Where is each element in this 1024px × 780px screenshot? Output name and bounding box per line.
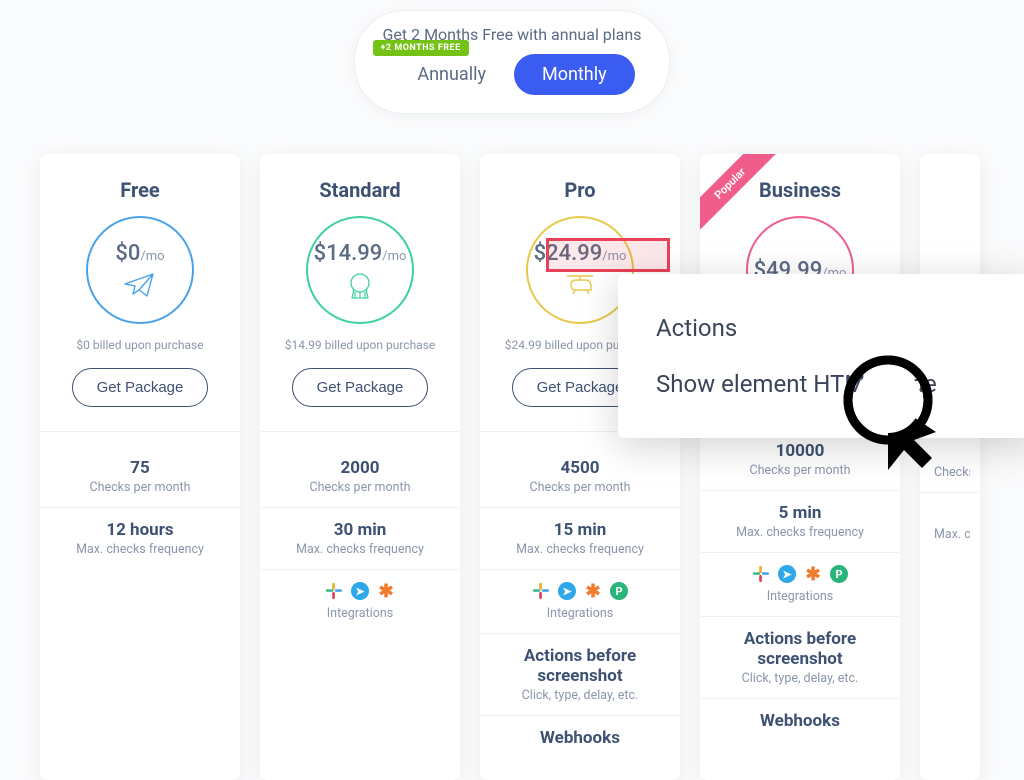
webhooks-title: Webhooks (490, 728, 670, 748)
context-show-html[interactable]: Show element HTML code (656, 356, 1000, 412)
billed-text: $14.99 billed upon purchase (260, 338, 460, 352)
webhooks-title: Webhooks (710, 711, 890, 731)
feature-frequency: 5 min Max. checks frequency (700, 491, 900, 553)
price-amount: $24.99 (534, 241, 603, 266)
feature-integrations: ➤ ✱ P Integrations (700, 553, 900, 617)
freq-label: Max. checks frequency (490, 542, 670, 557)
plan-title: Free (40, 178, 240, 202)
integration-icons: ➤ ✱ P (490, 582, 670, 600)
integration-icons: ➤ ✱ P (710, 565, 890, 583)
context-menu: Actions Show element HTML code (618, 274, 1024, 438)
context-actions[interactable]: Actions (656, 300, 1000, 356)
feature-checks: 2000 Checks per month (260, 446, 460, 508)
plan-title: Standard (260, 178, 460, 202)
price-period: /mo (140, 249, 164, 264)
paper-plane-icon (123, 272, 157, 300)
feature-integrations: ➤ ✱ Integrations (260, 570, 460, 633)
feature-frequency: 30 min Max. checks frequency (260, 508, 460, 570)
actions-title: Actions before screenshot (490, 646, 670, 686)
popular-ribbon (700, 154, 780, 234)
slack-icon (752, 565, 770, 583)
freq-label: Max. checks frequency (710, 525, 890, 540)
feature-frequency: 12 hours Max. checks frequency (40, 508, 240, 569)
cursor-pointer-icon (840, 352, 940, 472)
actions-sub: Click, type, delay, etc. (710, 671, 890, 686)
price-amount: $0 (115, 241, 140, 266)
freq-value: 12 hours (50, 520, 230, 540)
pagerduty-icon: P (610, 582, 628, 600)
price: $24.99/mo (534, 241, 627, 266)
helicopter-icon (563, 272, 597, 300)
telegram-icon: ➤ (351, 582, 369, 600)
price: $0/mo (115, 241, 164, 266)
telegram-icon: ➤ (778, 565, 796, 583)
actions-title: Actions before screenshot (710, 629, 890, 669)
feature-webhooks: Webhooks (480, 716, 680, 760)
price-circle: $14.99/mo (306, 216, 414, 324)
toggle-row: +2 MONTHS FREE Annually Monthly (383, 54, 642, 95)
checks-value: 75 (50, 458, 230, 478)
integrations-label: Integrations (270, 606, 450, 621)
plan-standard: Standard $14.99/mo $14.99 billed upon pu… (260, 154, 460, 780)
price-period: /mo (382, 249, 406, 264)
divider (40, 431, 240, 432)
zapier-icon: ✱ (584, 582, 602, 600)
plan-title: Pro (480, 178, 680, 202)
toggle-annually[interactable]: Annually (389, 54, 514, 95)
toggle-monthly[interactable]: Monthly (514, 54, 635, 95)
freq-label: Max. checks frequency (270, 542, 450, 557)
price-circle: $0/mo (86, 216, 194, 324)
divider (260, 431, 460, 432)
integration-icons: ➤ ✱ (270, 582, 450, 600)
integrations-label: Integrations (710, 589, 890, 604)
plan-free: Free $0/mo $0 billed upon purchase Get P… (40, 154, 240, 780)
freq-label: Max. checks frequency (930, 527, 970, 542)
billed-text: $0 billed upon purchase (40, 338, 240, 352)
checks-label: Checks per month (270, 480, 450, 495)
checks-value: 4500 (490, 458, 670, 478)
slack-icon (532, 582, 550, 600)
pagerduty-icon: P (830, 565, 848, 583)
feature-checks: 4500 Checks per month (480, 446, 680, 508)
zapier-icon: ✱ (377, 582, 395, 600)
feature-integrations: ➤ ✱ P Integrations (480, 570, 680, 634)
feature-actions: Actions before screenshot Click, type, d… (700, 617, 900, 699)
price: $14.99/mo (314, 241, 407, 266)
checks-label: Checks per month (50, 480, 230, 495)
balloon-icon (345, 272, 375, 300)
price-amount: $14.99 (314, 241, 383, 266)
feature-frequency: 0 Max. checks frequency (920, 493, 980, 554)
billing-toggle: Get 2 Months Free with annual plans +2 M… (0, 10, 1024, 114)
price-period: /mo (602, 249, 626, 264)
checks-value: 2000 (270, 458, 450, 478)
feature-actions: Actions before screenshot Click, type, d… (480, 634, 680, 716)
slack-icon (325, 582, 343, 600)
get-package-button[interactable]: Get Package (292, 368, 429, 407)
zapier-icon: ✱ (804, 565, 822, 583)
toggle-card: Get 2 Months Free with annual plans +2 M… (354, 10, 671, 114)
actions-sub: Click, type, delay, etc. (490, 688, 670, 703)
integrations-label: Integrations (490, 606, 670, 621)
telegram-icon: ➤ (558, 582, 576, 600)
plan-pro: Pro $24.99/mo $24.99 billed upon purchas… (480, 154, 680, 780)
feature-frequency: 15 min Max. checks frequency (480, 508, 680, 570)
freq-value: 5 min (710, 503, 890, 523)
feature-checks: 75 Checks per month (40, 446, 240, 508)
checks-label: Checks per month (490, 480, 670, 495)
free-months-badge: +2 MONTHS FREE (373, 40, 469, 56)
freq-value: 30 min (270, 520, 450, 540)
feature-webhooks: Webhooks (700, 699, 900, 743)
freq-label: Max. checks frequency (50, 542, 230, 557)
freq-value: 15 min (490, 520, 670, 540)
get-package-button[interactable]: Get Package (72, 368, 209, 407)
